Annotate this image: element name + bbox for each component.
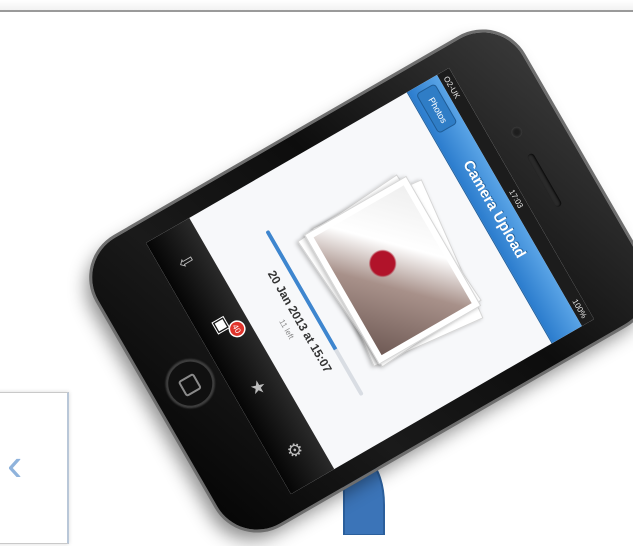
star-icon: ★ [245, 375, 272, 400]
front-camera [509, 124, 525, 140]
upload-content: 20 Jan 2013 at 15:07 11 left [188, 92, 551, 469]
top-divider [0, 0, 633, 12]
folder-icon: ⇩ [173, 250, 199, 274]
gear-icon: ⚙ [282, 437, 308, 462]
phone: O2-UK 17:03 100% Photos Camera Upload 20… [75, 15, 633, 546]
side-window-fragment: ‹ [0, 392, 69, 544]
chevron-left-icon: ‹ [7, 438, 23, 490]
home-square-icon [177, 372, 203, 398]
earpiece-speaker [526, 152, 563, 208]
phone-screen: O2-UK 17:03 100% Photos Camera Upload 20… [145, 67, 595, 495]
phone-body: O2-UK 17:03 100% Photos Camera Upload 20… [75, 15, 633, 546]
